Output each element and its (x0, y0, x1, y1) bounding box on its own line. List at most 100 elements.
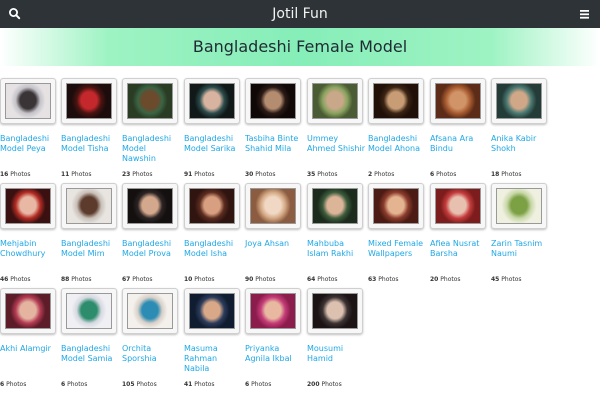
album-card[interactable]: Zarin Tasnim Naumi 45 Photos (491, 177, 551, 283)
album-thumbnail[interactable] (307, 78, 363, 124)
album-card[interactable]: Mousumi Hamid 200 Photos (307, 282, 367, 388)
album-name-link[interactable]: Priyanka Agnila Ikbal (245, 344, 305, 364)
album-thumbnail[interactable] (491, 183, 547, 229)
album-thumbnail[interactable] (430, 78, 486, 124)
album-thumbnail[interactable] (245, 183, 301, 229)
album-card[interactable]: Mixed Female Wallpapers 63 Photos (368, 177, 428, 283)
album-thumbnail[interactable] (245, 288, 301, 334)
album-name-link[interactable]: Anika Kabir Shokh (491, 134, 551, 154)
album-name-link[interactable]: Mahbuba Islam Rakhi (307, 239, 367, 259)
album-card[interactable]: Mehjabin Chowdhury 46 Photos (0, 177, 60, 283)
photo-count-label: Photos (194, 381, 215, 388)
album-photo (127, 293, 173, 329)
album-name-link[interactable]: Orchita Sporshia (122, 344, 182, 364)
album-thumbnail[interactable] (245, 78, 301, 124)
album-thumbnail[interactable] (368, 78, 424, 124)
album-thumbnail[interactable] (61, 183, 117, 229)
album-card[interactable]: Bangladeshi Model Prova 67 Photos (122, 177, 182, 283)
album-name-link[interactable]: Mehjabin Chowdhury (0, 239, 60, 259)
album-card[interactable]: Masuma Rahman Nabila 41 Photos (184, 282, 244, 388)
album-card[interactable]: Bangladeshi Model Mim 88 Photos (61, 177, 121, 283)
album-card[interactable]: Tasbiha Binte Shahid Mila 30 Photos (245, 72, 305, 178)
album-card[interactable]: Bangladeshi Model Sarika 91 Photos (184, 72, 244, 178)
album-name-link[interactable]: Mousumi Hamid (307, 344, 367, 364)
album-name-link[interactable]: Bangladeshi Model Mim (61, 239, 121, 259)
album-name-link[interactable]: Zarin Tasnim Naumi (491, 239, 551, 259)
album-card[interactable]: Afiea Nusrat Barsha 20 Photos (430, 177, 490, 283)
album-photo (66, 83, 112, 119)
photo-count-label: Photos (321, 381, 342, 388)
album-photo (312, 83, 358, 119)
album-name-link[interactable]: Tasbiha Binte Shahid Mila (245, 134, 305, 154)
album-name-link[interactable]: Bangladeshi Model Samia (61, 344, 121, 364)
album-card[interactable]: Bangladeshi Model Peya 16 Photos (0, 72, 60, 178)
album-photo (189, 293, 235, 329)
album-name-link[interactable]: Mixed Female Wallpapers (368, 239, 428, 259)
album-name-link[interactable]: Bangladeshi Model Prova (122, 239, 182, 259)
album-card[interactable]: Bangladeshi Model Nawshin 23 Photos (122, 72, 182, 178)
album-card[interactable]: Bangladeshi Model Ahona 2 Photos (368, 72, 428, 178)
album-name-link[interactable]: Bangladeshi Model Nawshin (122, 134, 182, 164)
album-photo (250, 293, 296, 329)
album-thumbnail[interactable] (0, 288, 56, 334)
album-grid: Bangladeshi Model Peya 16 Photos Banglades… (0, 66, 600, 400)
album-photo (435, 83, 481, 119)
page-title: Bangladeshi Female Model (192, 37, 408, 56)
album-photo (127, 83, 173, 119)
photo-count-label: Photos (501, 276, 522, 283)
photo-count-number: 200 (307, 381, 320, 388)
album-thumbnail[interactable] (61, 288, 117, 334)
album-photo (312, 293, 358, 329)
album-thumbnail[interactable] (184, 288, 240, 334)
album-thumbnail[interactable] (0, 78, 56, 124)
album-thumbnail[interactable] (307, 288, 363, 334)
album-thumbnail[interactable] (430, 183, 486, 229)
album-card[interactable]: Akhi Alamgir 6 Photos (0, 282, 60, 388)
album-thumbnail[interactable] (61, 78, 117, 124)
album-photo-count: 105 Photos (122, 381, 157, 388)
album-thumbnail[interactable] (491, 78, 547, 124)
album-name-link[interactable]: Akhi Alamgir (0, 344, 60, 354)
album-photo-count: 6 Photos (61, 381, 87, 388)
album-card[interactable]: Bangladeshi Model Tisha 11 Photos (61, 72, 121, 178)
album-photo (66, 293, 112, 329)
photo-count-number: 20 (430, 276, 439, 283)
photo-count-label: Photos (251, 381, 272, 388)
site-title[interactable]: Jotil Fun (0, 0, 600, 28)
album-thumbnail[interactable] (307, 183, 363, 229)
album-thumbnail[interactable] (122, 183, 178, 229)
album-name-link[interactable]: Bangladeshi Model Isha (184, 239, 244, 259)
album-name-link[interactable]: Afiea Nusrat Barsha (430, 239, 490, 259)
album-card[interactable]: Joya Ahsan 90 Photos (245, 177, 305, 283)
photo-count-label: Photos (440, 276, 461, 283)
album-name-link[interactable]: Bangladeshi Model Peya (0, 134, 60, 154)
album-name-link[interactable]: Masuma Rahman Nabila (184, 344, 244, 374)
album-photo (496, 83, 542, 119)
album-card[interactable]: Bangladeshi Model Isha 10 Photos (184, 177, 244, 283)
album-thumbnail[interactable] (184, 78, 240, 124)
album-card[interactable]: Priyanka Agnila Ikbal 6 Photos (245, 282, 305, 388)
album-thumbnail[interactable] (368, 183, 424, 229)
album-name-link[interactable]: Bangladeshi Model Sarika (184, 134, 244, 154)
album-card[interactable]: Anika Kabir Shokh 18 Photos (491, 72, 551, 178)
album-thumbnail[interactable] (184, 183, 240, 229)
album-thumbnail[interactable] (122, 288, 178, 334)
menu-icon[interactable] (576, 5, 594, 23)
album-card[interactable]: Afsana Ara Bindu 6 Photos (430, 72, 490, 178)
album-name-link[interactable]: Joya Ahsan (245, 239, 305, 249)
photo-count-number: 105 (122, 381, 135, 388)
album-photo-count: 41 Photos (184, 381, 215, 388)
category-banner: Bangladeshi Female Model (0, 28, 600, 66)
album-photo-count: 6 Photos (245, 381, 271, 388)
album-name-link[interactable]: Afsana Ara Bindu (430, 134, 490, 154)
album-card[interactable]: Bangladeshi Model Samia 6 Photos (61, 282, 121, 388)
photo-count-label: Photos (378, 276, 399, 283)
album-name-link[interactable]: Bangladeshi Model Tisha (61, 134, 121, 154)
album-name-link[interactable]: Ummey Ahmed Shishir (307, 134, 367, 154)
album-name-link[interactable]: Bangladeshi Model Ahona (368, 134, 428, 154)
album-thumbnail[interactable] (122, 78, 178, 124)
album-card[interactable]: Mahbuba Islam Rakhi 64 Photos (307, 177, 367, 283)
album-card[interactable]: Orchita Sporshia 105 Photos (122, 282, 182, 388)
album-card[interactable]: Ummey Ahmed Shishir 35 Photos (307, 72, 367, 178)
album-thumbnail[interactable] (0, 183, 56, 229)
